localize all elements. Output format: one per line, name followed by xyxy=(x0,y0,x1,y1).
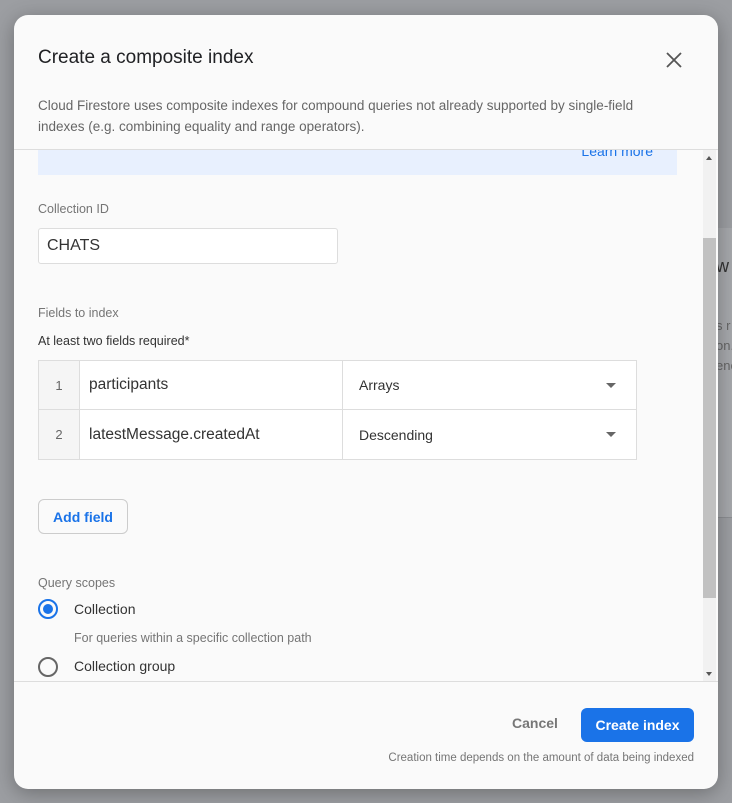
creation-time-note: Creation time depends on the amount of d… xyxy=(388,752,694,764)
dialog-description: Cloud Firestore uses composite indexes f… xyxy=(38,98,634,134)
dialog-title: Create a composite index xyxy=(38,47,254,68)
field-mode-value: Arrays xyxy=(359,377,400,393)
field-row: 2 latestMessage.createdAt Descending xyxy=(39,410,636,459)
fields-label: Fields to index xyxy=(38,306,119,320)
dropdown-arrow-icon xyxy=(606,432,616,437)
scrollbar[interactable] xyxy=(703,150,716,681)
dialog-footer: Cancel Create index Creation time depend… xyxy=(14,681,718,789)
close-button[interactable] xyxy=(662,48,686,72)
learn-more-link[interactable]: Learn more xyxy=(581,150,653,159)
background-text: on. xyxy=(716,338,732,353)
background-text: ene xyxy=(716,358,732,373)
cancel-button[interactable]: Cancel xyxy=(512,715,558,731)
field-path-input[interactable]: latestMessage.createdAt xyxy=(80,410,343,459)
collection-id-label: Collection ID xyxy=(38,202,109,216)
scroll-up-icon[interactable] xyxy=(706,156,712,160)
scrollbar-thumb[interactable] xyxy=(703,238,716,598)
scroll-down-icon[interactable] xyxy=(706,672,712,676)
background-text: s r xyxy=(716,318,731,333)
field-mode-select[interactable]: Arrays xyxy=(343,361,636,409)
query-scopes-label: Query scopes xyxy=(38,576,116,590)
dialog-body: Learn more Collection ID CHATS Fields to… xyxy=(14,149,718,681)
collection-id-input[interactable]: CHATS xyxy=(38,228,338,264)
scope-collection-radio[interactable] xyxy=(38,599,58,619)
field-number: 2 xyxy=(39,410,80,459)
create-index-dialog: Create a composite index Cloud Firestore… xyxy=(14,15,718,789)
field-path-input[interactable]: participants xyxy=(80,361,343,409)
add-field-button[interactable]: Add field xyxy=(38,499,128,534)
dropdown-arrow-icon xyxy=(606,382,616,388)
create-index-button[interactable]: Create index xyxy=(581,708,694,742)
scope-collection-group-radio[interactable] xyxy=(38,657,58,677)
scope-collection-hint: For queries within a specific collection… xyxy=(74,631,312,645)
fields-hint: At least two fields required* xyxy=(38,334,190,348)
field-mode-value: Descending xyxy=(359,426,433,443)
scope-collection-group-label[interactable]: Collection group xyxy=(74,658,175,675)
close-icon xyxy=(666,52,682,68)
scope-collection-label[interactable]: Collection xyxy=(74,601,135,618)
fields-table: 1 participants Arrays 2 latestMessage.cr… xyxy=(38,360,637,460)
info-banner: Learn more xyxy=(38,150,677,175)
field-row: 1 participants Arrays xyxy=(39,361,636,410)
field-mode-select[interactable]: Descending xyxy=(343,410,636,459)
field-number: 1 xyxy=(39,361,80,409)
